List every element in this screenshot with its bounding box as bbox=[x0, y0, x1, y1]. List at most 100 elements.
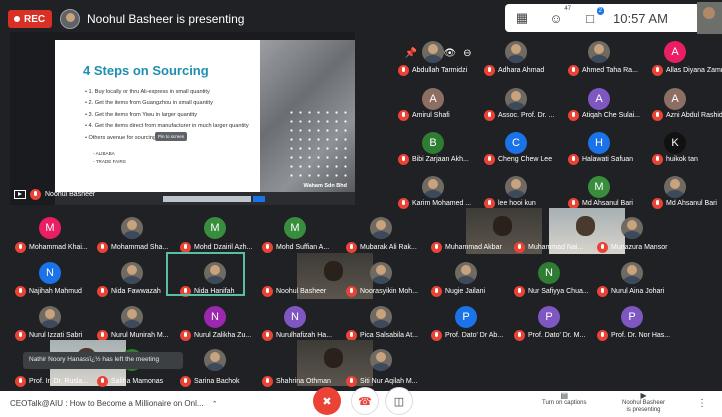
participant-name-row: Nugie Jailani bbox=[431, 286, 485, 297]
mic-off-icon bbox=[652, 110, 663, 121]
mic-off-icon bbox=[568, 65, 579, 76]
participant-name: Nurul Aina Johari bbox=[611, 288, 665, 295]
mic-off-icon bbox=[262, 286, 273, 297]
participant-name-row: Saliha Mamonas bbox=[97, 376, 163, 387]
self-view-thumbnail[interactable] bbox=[697, 2, 722, 34]
participant-name: Pica Salsabila At... bbox=[360, 332, 418, 339]
rec-label: REC bbox=[24, 13, 46, 25]
participant-name-row: huikok tan bbox=[652, 154, 698, 165]
participant-name: Nurul Munirah M... bbox=[111, 332, 169, 339]
eye-icon[interactable]: 👁 bbox=[443, 48, 456, 59]
participant-name-row: Muhammad Nai... bbox=[514, 242, 583, 253]
grid-view-icon[interactable]: ▦ bbox=[505, 4, 539, 32]
more-options-icon[interactable]: ⋮ bbox=[697, 398, 707, 409]
presenting-status: Noohul Basheer is presenting bbox=[87, 12, 245, 26]
participant-avatar bbox=[370, 349, 392, 371]
participant-name: Muhammad Akbar bbox=[445, 244, 502, 251]
active-speaker-highlight bbox=[166, 252, 245, 296]
participant-name-row: Atiqah Che Sulai... bbox=[568, 110, 640, 121]
chevron-up-icon: ⌃ bbox=[211, 401, 218, 408]
people-icon[interactable]: ☺ 47 bbox=[539, 4, 573, 32]
slide: 4 Steps on Sourcing 1. Buy locally or th… bbox=[55, 40, 355, 205]
meeting-controls-panel: ▦ ☺ 47 □ 2 10:57 AM bbox=[505, 4, 717, 32]
chat-badge: 2 bbox=[596, 7, 604, 15]
participants-count: 47 bbox=[564, 6, 571, 12]
mic-off-icon bbox=[597, 286, 608, 297]
participant-name: Bibi Zarjaan Akh... bbox=[412, 156, 469, 163]
participant-avatar bbox=[455, 262, 477, 284]
participant-avatar bbox=[121, 217, 143, 239]
mic-off-icon bbox=[398, 154, 409, 165]
participant-name-row: Allas Diyana Zamri bbox=[652, 65, 722, 76]
present-screen-icon: ▶ bbox=[640, 391, 647, 400]
slide-company: Waham Sdn Bhd bbox=[303, 183, 348, 189]
presenter-avatar bbox=[60, 9, 80, 29]
participant-name-row: Najihah Mahmud bbox=[15, 286, 82, 297]
meeting-title[interactable]: CEOTalk@AIU : How to Become a Millionair… bbox=[10, 399, 218, 408]
participant-name: Amirul Shafi bbox=[412, 112, 450, 119]
mic-off-icon bbox=[180, 376, 191, 387]
chat-icon[interactable]: □ 2 bbox=[573, 4, 607, 32]
participant-avatar: P bbox=[455, 306, 477, 328]
participant-avatar: M bbox=[204, 217, 226, 239]
presentation-tile[interactable]: 4 Steps on Sourcing 1. Buy locally or th… bbox=[10, 32, 355, 205]
participant-name-row: Ahmed Taha Ra... bbox=[568, 65, 638, 76]
phone-hangup-icon: ☎ bbox=[358, 395, 372, 408]
participant-avatar bbox=[588, 41, 610, 63]
slide-footer bbox=[55, 192, 355, 205]
participant-name-row: Shahrina Othman bbox=[262, 376, 331, 387]
participant-name-row: Prof. Ir. Dr. Rusla... bbox=[15, 376, 88, 387]
mic-off-icon bbox=[398, 65, 409, 76]
participant-avatar: M bbox=[39, 217, 61, 239]
top-bar: REC Noohul Basheer is presenting ▦ ☺ 47 … bbox=[0, 0, 722, 36]
mic-off-icon bbox=[30, 189, 41, 200]
captions-button[interactable]: ▤ Turn on captions bbox=[542, 392, 586, 407]
participant-avatar: M bbox=[588, 176, 610, 198]
participant-avatar: B bbox=[422, 132, 444, 154]
presenting-button[interactable]: ▶ Noohul Basheer is presenting bbox=[622, 392, 665, 414]
participant-name-row: Mohammad Khai... bbox=[15, 242, 88, 253]
remove-icon[interactable]: ⊖ bbox=[463, 48, 471, 59]
mic-off-icon bbox=[346, 286, 357, 297]
participant-name: Sarina Bachok bbox=[194, 378, 240, 385]
participant-avatar: N bbox=[538, 262, 560, 284]
participant-avatar bbox=[370, 217, 392, 239]
mic-toggle-button[interactable]: ✖ bbox=[313, 387, 341, 415]
slide-share-button bbox=[253, 196, 265, 202]
participant-name: Atiqah Che Sulai... bbox=[582, 112, 640, 119]
participant-avatar: M bbox=[284, 217, 306, 239]
mic-off-icon bbox=[431, 330, 442, 341]
participant-name: Prof. Ir. Dr. Rusla... bbox=[29, 378, 89, 385]
mic-off-icon bbox=[484, 154, 495, 165]
captions-label: Turn on captions bbox=[542, 400, 587, 406]
leave-call-button[interactable]: ☎ bbox=[351, 387, 379, 415]
participant-avatar: P bbox=[621, 306, 643, 328]
recording-badge: REC bbox=[8, 10, 53, 28]
mic-off-icon bbox=[97, 376, 108, 387]
pin-icon[interactable]: 📌 bbox=[405, 48, 417, 59]
participant-name-row: Noohul Basheer bbox=[262, 286, 326, 297]
participant-avatar: P bbox=[538, 306, 560, 328]
bottom-bar: CEOTalk@AIU : How to Become a Millionair… bbox=[0, 387, 722, 417]
participant-name: Mohammad Khai... bbox=[29, 244, 88, 251]
mic-off-icon bbox=[398, 198, 409, 209]
meeting-title-text: CEOTalk@AIU : How to Become a Millionair… bbox=[10, 399, 204, 408]
participant-name-row: Amirul Shafi bbox=[398, 110, 450, 121]
participant-name-row: Abdullah Tarmidzi bbox=[398, 65, 467, 76]
participant-name: Shahrina Othman bbox=[276, 378, 331, 385]
slide-sub-point: TRADE FAIRS bbox=[93, 158, 126, 166]
participant-name-row: Karim Mohamed ... bbox=[398, 198, 471, 209]
slide-point: 3. Get the items from Yiwu in larger qua… bbox=[85, 110, 249, 121]
camera-toggle-button[interactable]: ◫ bbox=[385, 387, 413, 415]
mic-off-icon bbox=[514, 242, 525, 253]
slide-share-bar bbox=[163, 196, 251, 202]
participant-name-row: Bibi Zarjaan Akh... bbox=[398, 154, 469, 165]
participant-avatar bbox=[621, 217, 643, 239]
participant-avatar: N bbox=[204, 306, 226, 328]
participant-avatar bbox=[621, 262, 643, 284]
mic-off-icon bbox=[652, 65, 663, 76]
participant-name-row: Sarina Bachok bbox=[180, 376, 240, 387]
participant-avatar bbox=[505, 88, 527, 110]
participant-name-row: Noorasyikin Moh... bbox=[346, 286, 418, 297]
mic-off-icon bbox=[514, 330, 525, 341]
